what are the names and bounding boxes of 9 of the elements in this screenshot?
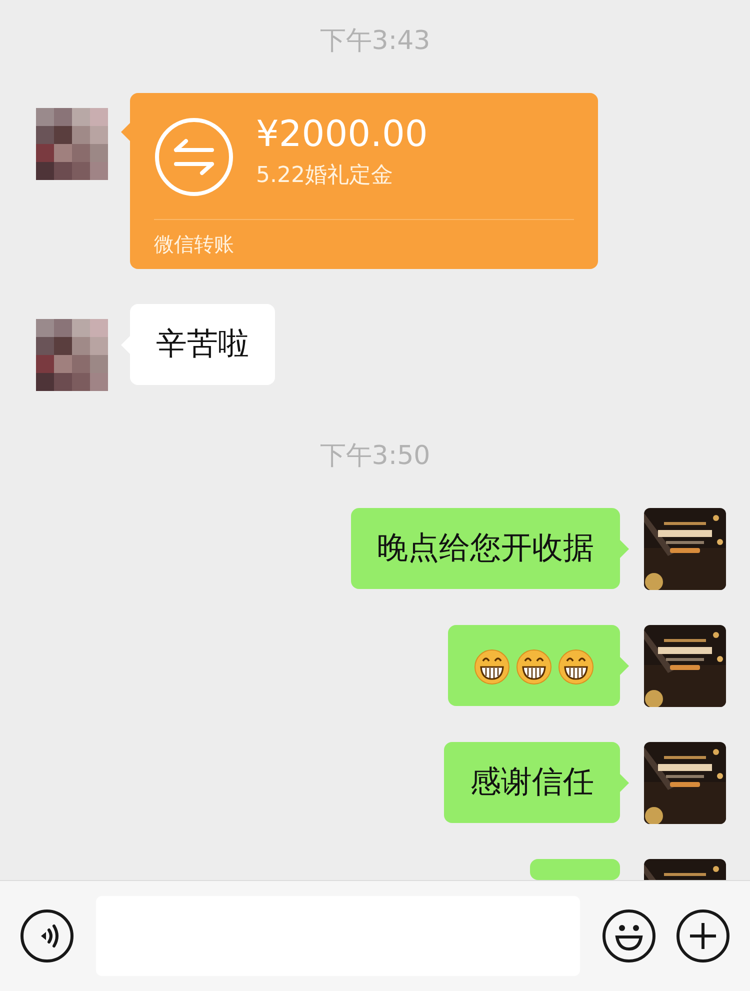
plus-icon[interactable] <box>676 909 730 963</box>
transfer-note: 5.22婚礼定金 <box>256 162 394 190</box>
voice-icon[interactable] <box>20 909 74 963</box>
emoji-icon[interactable] <box>602 909 656 963</box>
transfer-icon <box>154 117 234 197</box>
timestamp: 下午3:43 <box>320 25 430 58</box>
timestamp: 下午3:50 <box>320 440 430 473</box>
transfer-label: 微信转账 <box>154 231 235 258</box>
amount: ¥2000.00 <box>256 113 428 157</box>
